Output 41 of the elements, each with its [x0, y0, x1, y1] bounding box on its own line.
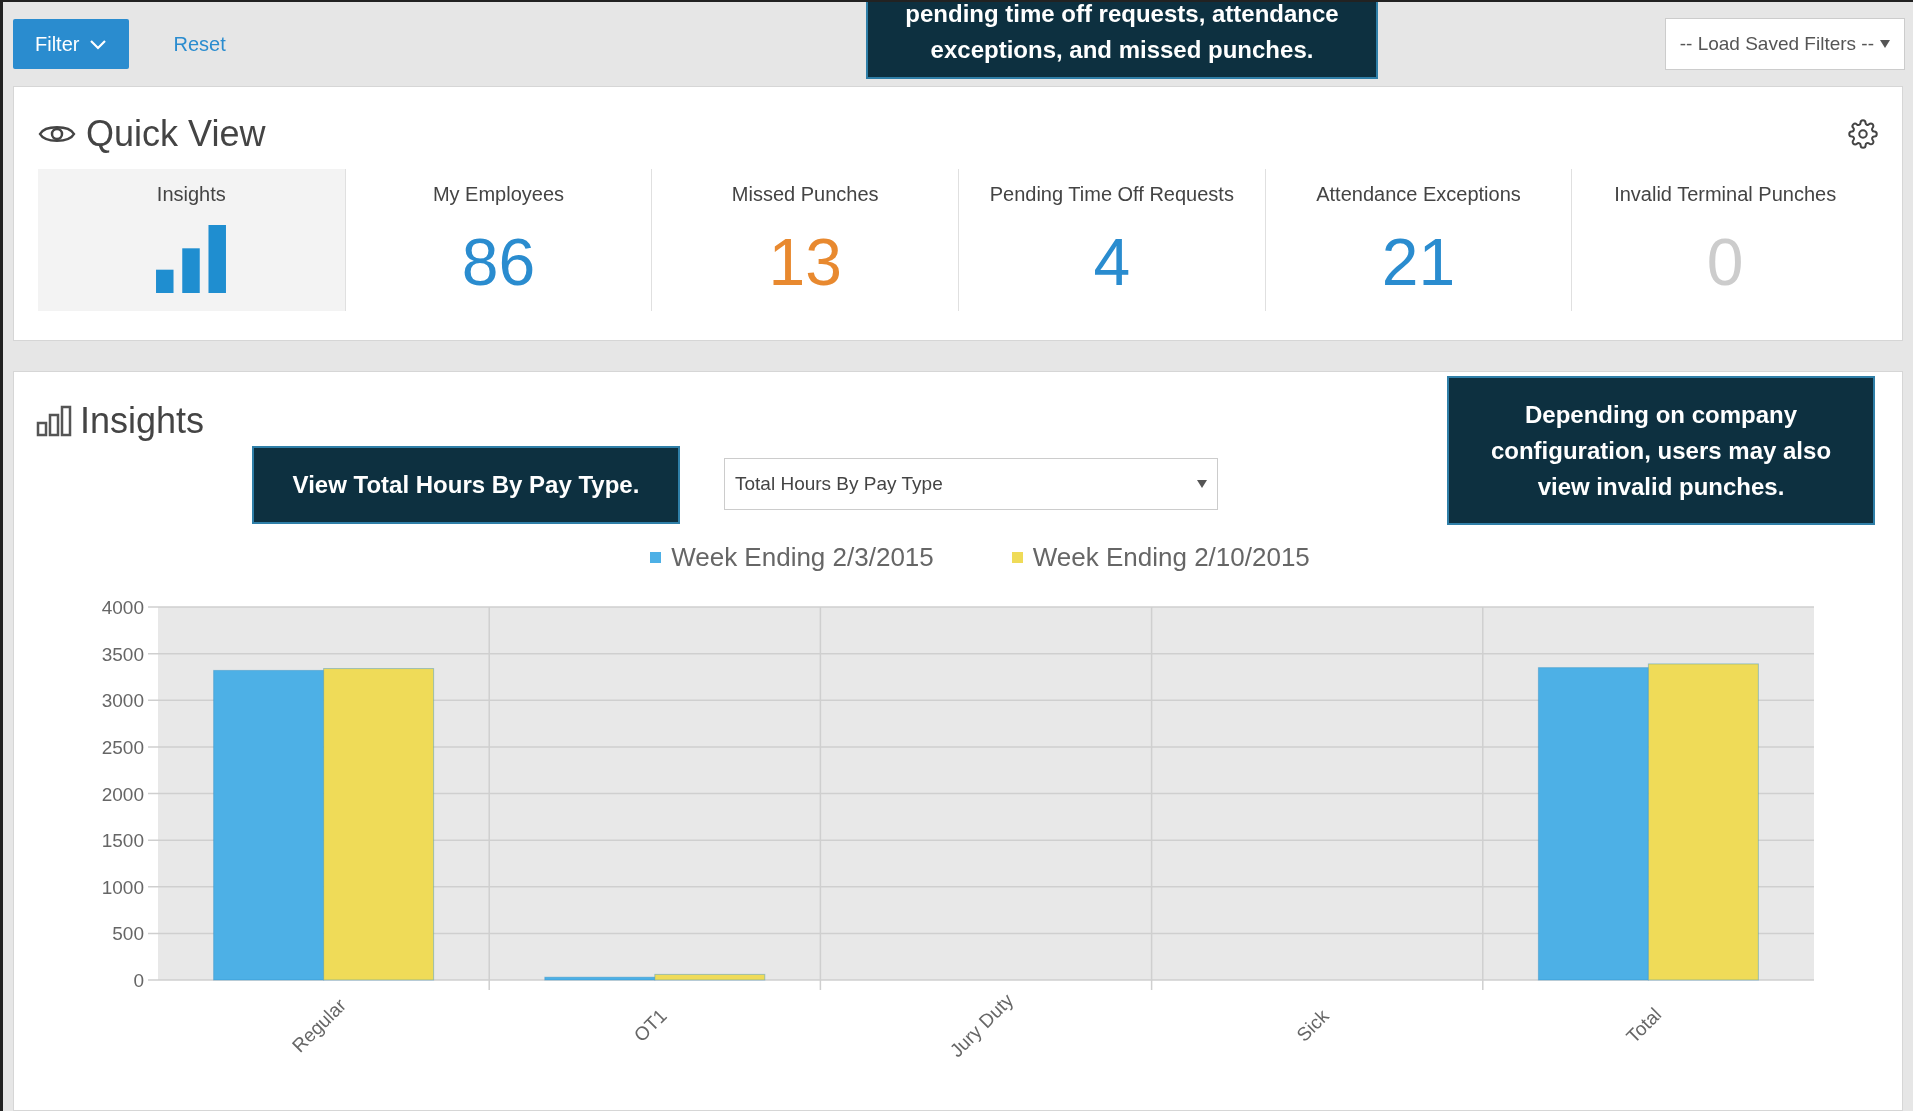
legend-label: Week Ending 2/10/2015 [1032, 541, 1310, 574]
panel-title: Quick View [86, 112, 266, 156]
x-tick-label: OT1 [629, 1004, 671, 1046]
callout-text: View Total Hours By Pay Type. [292, 470, 640, 500]
quick-view-tile[interactable]: Insights [38, 169, 345, 311]
dropdown-arrow-icon [1197, 480, 1207, 488]
callout-text: view invalid punches. [1537, 471, 1785, 502]
filter-button[interactable]: Filter [13, 19, 130, 69]
tile-count: 86 [461, 224, 536, 301]
callout-text: configuration, users may also [1490, 435, 1832, 466]
tile-label: Missed Punches [731, 182, 879, 207]
report-select[interactable]: Total Hours By Pay Type [724, 458, 1218, 510]
y-tick-label: 3000 [101, 690, 144, 712]
y-tick-label: 1500 [101, 830, 144, 852]
tile-label: Invalid Terminal Punches [1614, 182, 1837, 207]
bar-chart-icon [36, 405, 72, 437]
tile-label: My Employees [432, 182, 565, 207]
callout-text: Depending on company [1525, 399, 1797, 430]
y-tick-label: 4000 [101, 597, 144, 618]
callout-text: exceptions, and missed punches. [930, 34, 1314, 65]
y-tick-label: 0 [133, 970, 144, 991]
settings-icon[interactable] [1848, 119, 1878, 149]
tile-count: 4 [1093, 224, 1131, 301]
chevron-down-icon [89, 38, 108, 50]
y-tick-label: 3500 [101, 643, 144, 665]
y-tick-label: 2000 [101, 783, 144, 805]
y-tick-label: 500 [112, 923, 144, 945]
y-tick-label: 1000 [101, 876, 144, 898]
callout-text: pending time off requests, attendance [905, 2, 1339, 29]
panel-title: Insights [80, 399, 205, 443]
tile-count: 21 [1381, 224, 1456, 301]
legend-label: Week Ending 2/3/2015 [671, 541, 934, 574]
tile-label: Attendance Exceptions [1316, 182, 1521, 207]
saved-filters-dropdown[interactable]: -- Load Saved Filters -- [1664, 18, 1905, 70]
tile-label: Pending Time Off Requests [989, 182, 1234, 207]
dropdown-arrow-icon [1880, 40, 1890, 48]
y-tick-label: 2500 [101, 736, 144, 758]
tile-label: Insights [156, 182, 226, 207]
tile-count: 13 [768, 224, 842, 301]
bar-chart-icon [156, 225, 227, 293]
x-tick-label: Sick [1292, 1005, 1333, 1046]
